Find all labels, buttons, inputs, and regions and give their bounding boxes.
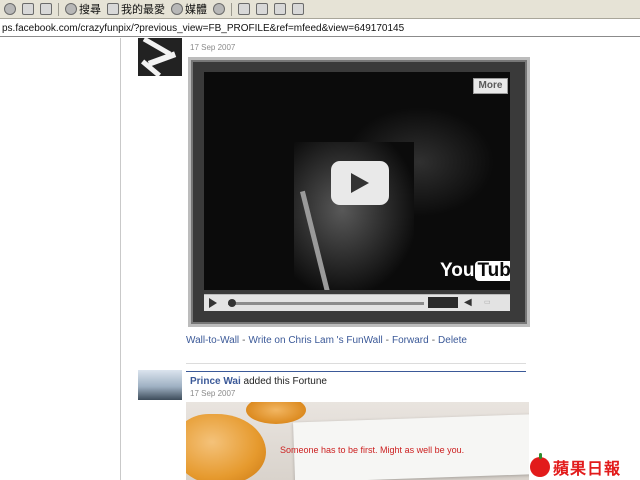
address-bar[interactable]: ps.facebook.com/crazyfunpix/?previous_vi… xyxy=(0,20,640,37)
browser-toolbar: 搜尋 我的最愛 媒體 xyxy=(0,0,640,19)
avatar[interactable] xyxy=(138,38,182,76)
play-button[interactable] xyxy=(331,161,389,205)
time-display xyxy=(428,297,458,308)
video-player[interactable]: More You Tube ◀ ▭ xyxy=(188,57,530,327)
column-divider xyxy=(120,38,121,480)
post-date: 17 Sep 2007 xyxy=(190,389,236,398)
favorites-button[interactable]: 我的最愛 xyxy=(107,1,165,17)
seek-bar[interactable] xyxy=(228,302,424,305)
wall-to-wall-link[interactable]: Wall-to-Wall xyxy=(186,335,239,346)
post-actions: Wall-to-Wall - Write on Chris Lam 's FunWa… xyxy=(186,335,467,346)
post-header: Prince Wai added this Fortune xyxy=(190,376,327,387)
mail-icon[interactable] xyxy=(238,3,250,15)
fortune-cookie xyxy=(246,402,306,424)
avatar[interactable] xyxy=(138,370,182,400)
search-icon xyxy=(65,3,77,15)
youtube-logo-you: You xyxy=(440,260,475,281)
volume-icon[interactable]: ◀ xyxy=(464,298,472,308)
watermark-text: 蘋果日報 xyxy=(553,460,622,478)
youtube-logo: You Tube xyxy=(440,260,510,282)
home-icon[interactable] xyxy=(40,3,52,15)
fullscreen-icon[interactable]: ▭ xyxy=(484,298,491,308)
author-link[interactable]: Prince Wai xyxy=(190,376,241,387)
media-button[interactable]: 媒體 xyxy=(171,1,207,17)
link-separator: - xyxy=(242,335,246,346)
video-controls: ◀ ▭ xyxy=(204,294,510,311)
watermark: 蘋果日報 xyxy=(530,452,640,480)
forward-link[interactable]: Forward xyxy=(392,335,429,346)
fortune-message: Someone has to be first. Might as well b… xyxy=(280,445,465,455)
fortune-image xyxy=(186,402,529,480)
apple-logo-icon xyxy=(530,452,550,477)
history-icon[interactable] xyxy=(213,3,225,15)
post-date: 17 Sep 2007 xyxy=(190,43,236,52)
search-label: 搜尋 xyxy=(79,4,101,16)
refresh-icon[interactable] xyxy=(22,3,34,15)
toolbar-separator xyxy=(58,2,59,16)
print-icon[interactable] xyxy=(256,3,268,15)
media-label: 媒體 xyxy=(185,4,207,16)
post-action-text: added this Fortune xyxy=(243,376,327,387)
play-icon[interactable] xyxy=(209,298,217,308)
search-button[interactable]: 搜尋 xyxy=(65,1,101,17)
post-divider xyxy=(186,363,526,364)
link-separator: - xyxy=(431,335,436,346)
fortune-cookie xyxy=(186,414,266,480)
link-separator: - xyxy=(385,335,390,346)
play-icon xyxy=(351,173,369,193)
address-url: ps.facebook.com/crazyfunpix/?previous_vi… xyxy=(2,23,405,34)
favorites-icon xyxy=(107,3,119,15)
media-icon xyxy=(171,3,183,15)
stop-icon[interactable] xyxy=(4,3,16,15)
video-screen[interactable]: More You Tube xyxy=(204,72,510,290)
more-button[interactable]: More xyxy=(473,78,508,94)
seek-handle[interactable] xyxy=(228,299,236,307)
youtube-logo-tube: Tube xyxy=(475,261,510,281)
favorites-label: 我的最愛 xyxy=(121,4,165,16)
post-header-rule xyxy=(186,371,526,372)
delete-link[interactable]: Delete xyxy=(438,335,467,346)
toolbar-separator xyxy=(231,2,232,16)
edit-icon[interactable] xyxy=(274,3,286,15)
write-on-funwall-link[interactable]: Write on Chris Lam 's FunWall xyxy=(249,335,383,346)
discuss-icon[interactable] xyxy=(292,3,304,15)
